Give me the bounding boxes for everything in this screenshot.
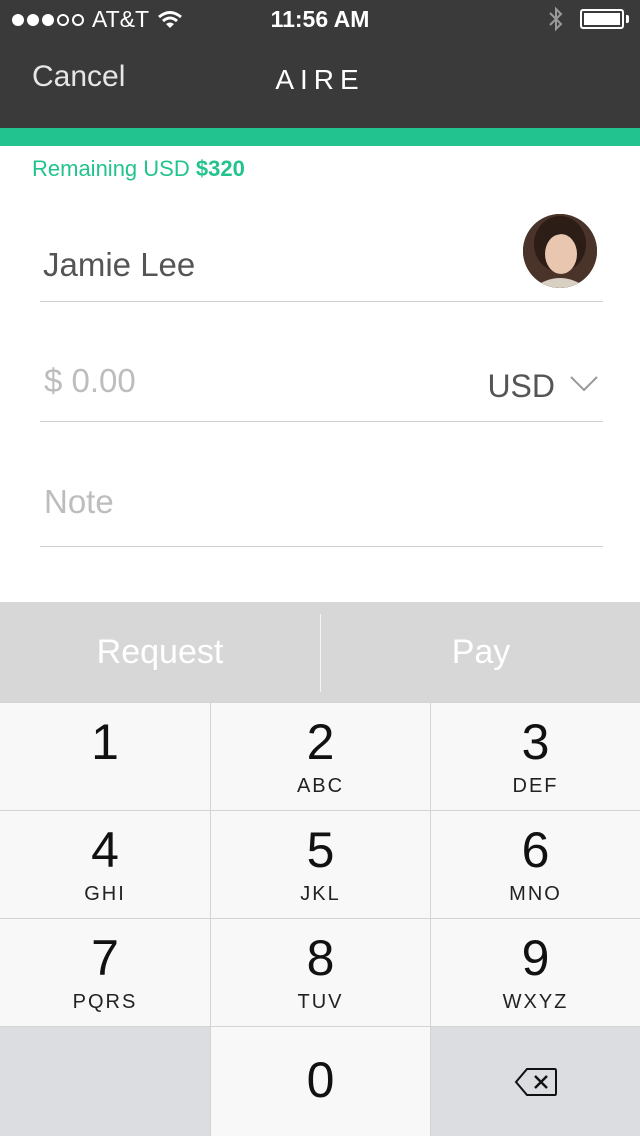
key-letters: ABC xyxy=(296,775,345,797)
navigation-bar: AT&T 11:56 AM Cancel AIRE xyxy=(0,0,640,128)
key-digit: 9 xyxy=(521,930,550,986)
remaining-balance: Remaining USD $320 xyxy=(32,156,245,182)
key-digit: 2 xyxy=(306,714,335,770)
key-letters: MNO xyxy=(509,883,562,905)
key-1[interactable]: 1 xyxy=(0,703,210,810)
backspace-icon xyxy=(514,1068,557,1096)
battery-icon xyxy=(580,9,624,29)
key-2[interactable]: 2 ABC xyxy=(211,703,430,810)
bluetooth-icon xyxy=(549,6,563,32)
key-digit: 6 xyxy=(521,822,550,878)
key-7[interactable]: 7 PQRS xyxy=(0,919,210,1026)
battery-cap xyxy=(626,15,629,23)
chevron-down-icon[interactable] xyxy=(569,374,599,394)
delete-key[interactable] xyxy=(431,1027,640,1136)
currency-selector[interactable]: USD xyxy=(487,368,555,405)
status-time: 11:56 AM xyxy=(270,6,370,32)
key-digit: 1 xyxy=(91,714,119,770)
key-letters: PQRS xyxy=(72,991,138,1013)
key-digit: 7 xyxy=(91,930,119,986)
key-digit: 8 xyxy=(306,930,335,986)
key-0[interactable]: 0 xyxy=(211,1027,430,1136)
recipient-name: Jamie Lee xyxy=(43,246,196,283)
key-9[interactable]: 9 WXYZ xyxy=(431,919,640,1026)
key-digit: 4 xyxy=(91,822,119,878)
key-letters: WXYZ xyxy=(502,991,569,1013)
key-letters: GHI xyxy=(84,883,126,905)
key-5[interactable]: 5 JKL xyxy=(211,811,430,918)
pay-button[interactable]: Pay xyxy=(321,602,640,702)
key-letters: DEF xyxy=(512,775,559,797)
remaining-label: Remaining USD xyxy=(32,156,190,181)
key-letters: JKL xyxy=(300,883,341,905)
amount-field[interactable]: $ 0.00 USD xyxy=(40,330,603,422)
avatar-image xyxy=(523,214,597,288)
accent-bar xyxy=(0,128,640,146)
remaining-amount: $320 xyxy=(195,156,245,181)
key-blank xyxy=(0,1027,210,1136)
note-input[interactable]: Note xyxy=(44,483,114,521)
action-bar: Request Pay xyxy=(0,602,640,702)
key-letters: TUV xyxy=(297,991,344,1013)
key-3[interactable]: 3 DEF xyxy=(431,703,640,810)
key-8[interactable]: 8 TUV xyxy=(211,919,430,1026)
key-6[interactable]: 6 MNO xyxy=(431,811,640,918)
key-4[interactable]: 4 GHI xyxy=(0,811,210,918)
note-field[interactable]: Note xyxy=(40,455,603,547)
app-title: AIRE xyxy=(275,64,365,95)
recipient-field[interactable]: Jamie Lee xyxy=(40,210,603,302)
avatar[interactable] xyxy=(523,214,597,288)
key-digit: 0 xyxy=(306,1052,335,1108)
key-digit: 5 xyxy=(306,822,335,878)
amount-input[interactable]: $ 0.00 xyxy=(44,362,136,400)
numeric-keypad: 1 2 ABC 3 DEF 4 GHI 5 JKL 6 MNO 7 PQRS 8… xyxy=(0,702,640,1136)
key-digit: 3 xyxy=(521,714,550,770)
request-button[interactable]: Request xyxy=(0,602,320,702)
status-bar: AT&T 11:56 AM xyxy=(0,0,640,40)
